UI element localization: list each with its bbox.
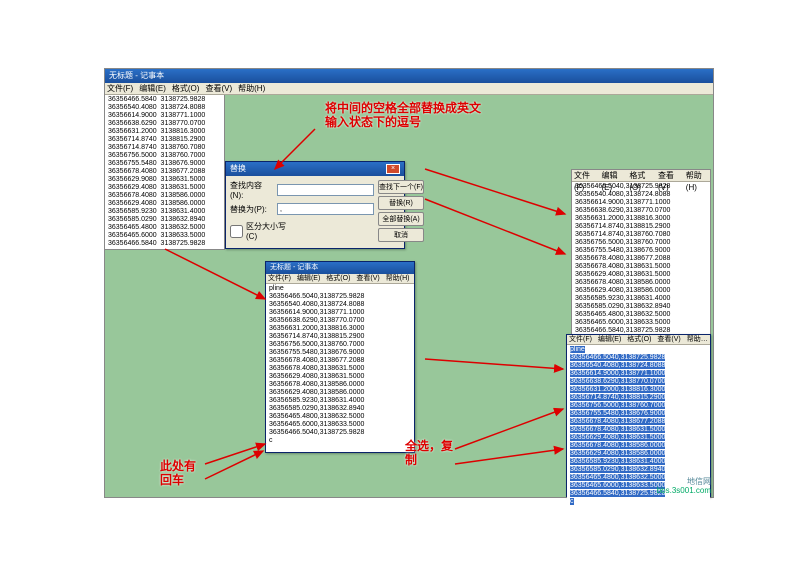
cancel-button[interactable]: 取消 <box>378 228 424 242</box>
watermark: 地信网 bbs.3s001.com <box>657 477 711 495</box>
watermark-text2: bbs.3s001.com <box>657 486 711 495</box>
watermark-text1: 地信网 <box>657 477 711 486</box>
case-label: 区分大小写(C) <box>246 221 290 241</box>
dialog-title: 替换 <box>230 162 246 176</box>
menu-edit[interactable]: 编辑(E) <box>139 83 166 94</box>
annotation-top: 将中间的空格全部替换成英文 输入状态下的逗号 <box>325 101 481 129</box>
menu-edit[interactable]: 编辑(E) <box>297 274 320 283</box>
mid-title: 无标题 - 记事本 <box>270 262 318 274</box>
menu-format[interactable]: 格式(O) <box>172 83 200 94</box>
close-icon[interactable]: × <box>386 164 400 174</box>
menu-view[interactable]: 查看(V) <box>658 170 680 181</box>
menu-file[interactable]: 文件(F) <box>107 83 133 94</box>
menu-help[interactable]: 帮助(H) <box>386 274 410 283</box>
annotation-left: 此处有 回车 <box>160 459 196 487</box>
menu-view[interactable]: 查看(V) <box>356 274 379 283</box>
right-text-content[interactable]: 36356466.5040,3138725.9828 36356540.4080… <box>572 182 710 336</box>
menu-format[interactable]: 格式(O) <box>627 335 651 344</box>
middle-notepad: 无标题 - 记事本 文件(F) 编辑(E) 格式(O) 查看(V) 帮助(H) … <box>265 261 415 453</box>
replace-label: 替换为(P): <box>230 204 274 215</box>
menu-edit[interactable]: 编辑(E) <box>598 335 621 344</box>
menu-help[interactable]: 帮助(H) <box>686 170 708 181</box>
dialog-titlebar[interactable]: 替换 × <box>226 162 404 176</box>
replaceall-button[interactable]: 全部替换(A) <box>378 212 424 226</box>
menu-view[interactable]: 查看(V) <box>205 83 232 94</box>
menu-help[interactable]: 帮助… <box>687 335 708 344</box>
case-checkbox[interactable] <box>230 225 243 238</box>
blue-menubar[interactable]: 文件(F) 编辑(E) 格式(O) 查看(V) 帮助… <box>567 335 710 345</box>
find-input[interactable] <box>277 184 374 196</box>
mid-menubar[interactable]: 文件(F) 编辑(E) 格式(O) 查看(V) 帮助(H) <box>266 274 414 284</box>
right-text-panel: 文件(F) 编辑(E) 格式(O) 查看(V) 帮助(H) 36356466.5… <box>571 169 711 339</box>
replace-input[interactable] <box>277 203 374 215</box>
replace-dialog: 替换 × 查找内容(N): 替换为(P): 区分大小写(C) 查找下一个(F <box>225 161 405 249</box>
menu-view[interactable]: 查看(V) <box>657 335 680 344</box>
main-titlebar: 无标题 - 记事本 <box>105 69 713 83</box>
menu-help[interactable]: 帮助(H) <box>238 83 265 94</box>
menu-file[interactable]: 文件(F) <box>574 170 595 181</box>
right-menubar[interactable]: 文件(F) 编辑(E) 格式(O) 查看(V) 帮助(H) <box>572 170 710 182</box>
desktop-stage: 无标题 - 记事本 文件(F) 编辑(E) 格式(O) 查看(V) 帮助(H) … <box>104 68 714 498</box>
replace-button[interactable]: 替换(R) <box>378 196 424 210</box>
menu-edit[interactable]: 编辑(E) <box>601 170 623 181</box>
annotation-right: 全选，复 制 <box>405 439 453 467</box>
selected-notepad: 文件(F) 编辑(E) 格式(O) 查看(V) 帮助… pline 363564… <box>566 334 711 497</box>
mid-text-content[interactable]: pline 36356466.5040,3138725.9828 3635654… <box>266 284 414 446</box>
menu-format[interactable]: 格式(O) <box>629 170 652 181</box>
menu-format[interactable]: 格式(O) <box>326 274 350 283</box>
mid-titlebar: 无标题 - 记事本 <box>266 262 414 274</box>
menu-file[interactable]: 文件(F) <box>569 335 592 344</box>
main-text-content[interactable]: 36356466.5840 3138725.9828 36356540.4080… <box>105 95 224 249</box>
main-title: 无标题 - 记事本 <box>109 69 164 83</box>
main-menubar[interactable]: 文件(F) 编辑(E) 格式(O) 查看(V) 帮助(H) <box>105 83 713 95</box>
find-label: 查找内容(N): <box>230 180 274 200</box>
findnext-button[interactable]: 查找下一个(F) <box>378 180 424 194</box>
menu-file[interactable]: 文件(F) <box>268 274 291 283</box>
